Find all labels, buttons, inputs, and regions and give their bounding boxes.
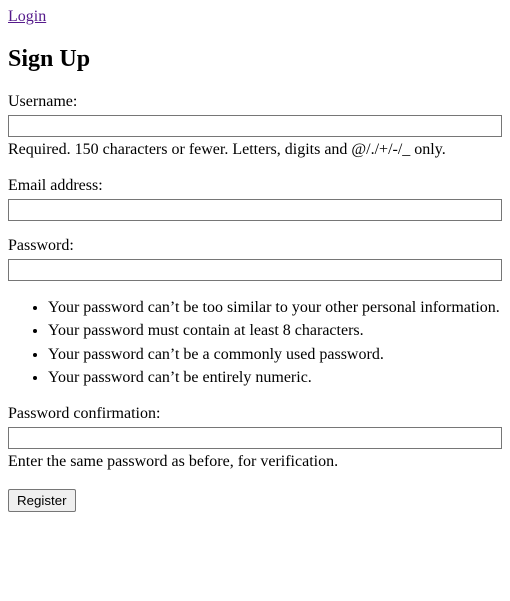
password-confirm-help-text: Enter the same password as before, for v… <box>8 451 502 473</box>
username-help-text: Required. 150 characters or fewer. Lette… <box>8 139 502 161</box>
password-confirm-label: Password confirmation: <box>8 405 502 423</box>
username-label: Username: <box>8 93 502 111</box>
email-label: Email address: <box>8 177 502 195</box>
username-field-group: Username: Required. 150 characters or fe… <box>8 93 502 161</box>
signup-form: Username: Required. 150 characters or fe… <box>8 93 502 512</box>
password-label: Password: <box>8 237 502 255</box>
password-rule: Your password can’t be a commonly used p… <box>48 344 502 366</box>
password-input[interactable] <box>8 259 502 281</box>
email-field-group: Email address: <box>8 177 502 221</box>
password-confirm-input[interactable] <box>8 427 502 449</box>
password-rule: Your password must contain at least 8 ch… <box>48 320 502 342</box>
page-title: Sign Up <box>8 46 502 73</box>
submit-row: Register <box>8 489 502 512</box>
register-button[interactable]: Register <box>8 489 76 512</box>
password-field-group: Password: Your password can’t be too sim… <box>8 237 502 389</box>
username-input[interactable] <box>8 115 502 137</box>
password-rule: Your password can’t be entirely numeric. <box>48 367 502 389</box>
login-link[interactable]: Login <box>8 8 46 25</box>
email-input[interactable] <box>8 199 502 221</box>
password-confirm-field-group: Password confirmation: Enter the same pa… <box>8 405 502 473</box>
password-rules-list: Your password can’t be too similar to yo… <box>8 297 502 389</box>
password-rule: Your password can’t be too similar to yo… <box>48 297 502 319</box>
